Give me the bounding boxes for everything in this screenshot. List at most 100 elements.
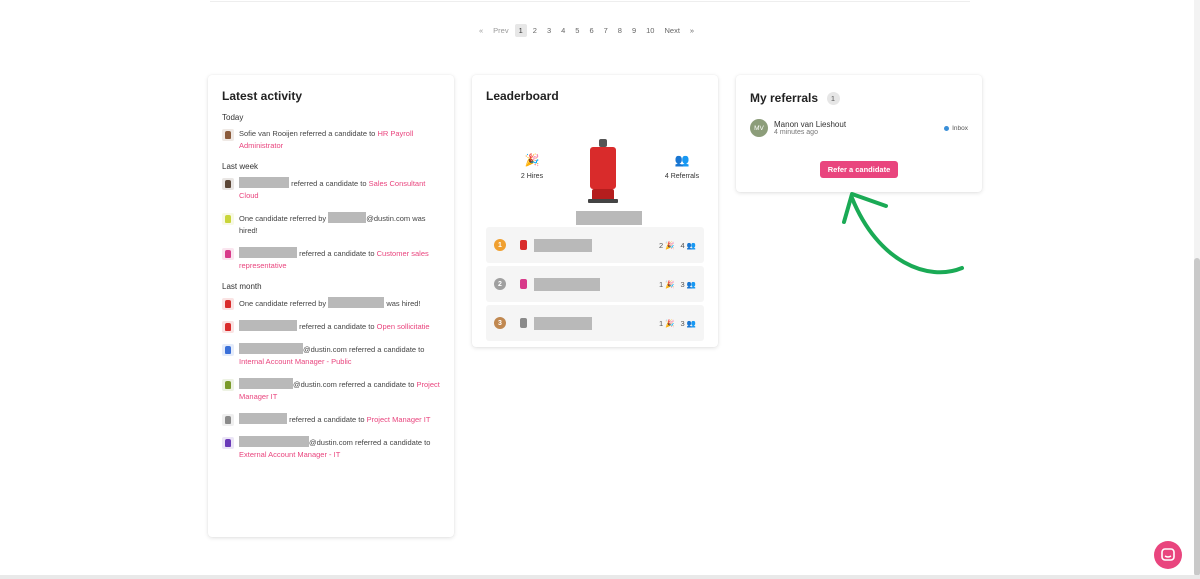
avatar	[516, 316, 530, 330]
activity-text: One candidate referred by was hired!	[239, 297, 421, 310]
party-popper-icon: 🎉	[665, 279, 675, 289]
pagination: « Prev 1 2 3 4 5 6 7 8 9 10 Next »	[474, 24, 699, 37]
pagination-page-6[interactable]: 6	[585, 24, 597, 37]
redacted-name	[328, 297, 385, 308]
activity-item: Sofie van Rooijen referred a candidate t…	[222, 128, 440, 152]
leaderboard-row: 1 2 🎉 4 👥	[486, 227, 704, 263]
pagination-page-9[interactable]: 9	[628, 24, 640, 37]
redacted-name	[534, 238, 592, 252]
party-popper-icon: 🎉	[665, 240, 675, 250]
activity-item: @dustin.com referred a candidate to Proj…	[222, 378, 440, 403]
referrals-stat: 👥 4 Referrals	[652, 153, 712, 180]
activity-group-title: Today	[222, 113, 244, 122]
rank-badge: 2	[494, 278, 506, 290]
chat-launcher-button[interactable]	[1154, 541, 1182, 569]
avatar	[222, 344, 234, 356]
avatar	[222, 437, 234, 449]
activity-suffix: was hired!	[384, 299, 421, 308]
redacted-name	[239, 320, 297, 331]
activity-item: One candidate referred by @dustin.com wa…	[222, 212, 440, 237]
latest-activity-card: Latest activity Today Sofie van Rooijen r…	[208, 75, 454, 537]
row-referrals: 3	[680, 279, 685, 289]
bottom-bar	[0, 575, 1200, 579]
scrollbar-thumb[interactable]	[1194, 258, 1200, 576]
activity-text: referred a candidate to Open sollicitati…	[239, 320, 430, 333]
pagination-prev[interactable]: Prev	[489, 24, 512, 37]
referral-item[interactable]: MV Manon van Lieshout 4 minutes ago Inbo…	[750, 119, 968, 137]
activity-prefix: One candidate referred by	[239, 214, 329, 223]
activity-group-title: Last month	[222, 282, 262, 291]
row-stats: 1 🎉 3 👥	[659, 319, 696, 328]
redacted-name	[239, 378, 293, 389]
champion-name-redacted	[576, 211, 642, 225]
activity-verb: @dustin.com referred a candidate to	[293, 380, 417, 389]
activity-actor: Sofie van Rooijen	[239, 129, 298, 138]
avatar: MV	[750, 119, 768, 137]
hires-stat: 🎉 2 Hires	[502, 153, 562, 180]
activity-item: One candidate referred by was hired!	[222, 297, 440, 310]
activity-item: referred a candidate to Project Manager …	[222, 413, 440, 426]
activity-item: referred a candidate to Open sollicitati…	[222, 320, 440, 333]
referrals-count-badge: 1	[826, 92, 840, 105]
pagination-page-3[interactable]: 3	[543, 24, 555, 37]
avatar	[222, 414, 234, 426]
avatar	[516, 238, 530, 252]
champion-avatar	[580, 139, 626, 209]
people-icon: 👥	[686, 318, 696, 328]
chat-icon	[1161, 548, 1175, 561]
latest-activity-title: Latest activity	[222, 89, 303, 103]
redacted-name	[239, 247, 297, 258]
job-link[interactable]: Internal Account Manager - Public	[239, 357, 352, 366]
activity-text: @dustin.com referred a candidate to Inte…	[239, 343, 440, 368]
pagination-page-8[interactable]: 8	[614, 24, 626, 37]
redacted-name	[239, 177, 289, 188]
party-popper-icon: 🎉	[665, 318, 675, 328]
avatar	[222, 298, 234, 310]
rank-badge: 1	[494, 239, 506, 251]
activity-item: referred a candidate to Sales Consultant…	[222, 177, 440, 202]
pagination-first[interactable]: «	[475, 24, 487, 37]
activity-verb: referred a candidate to	[297, 322, 377, 331]
activity-text: Sofie van Rooijen referred a candidate t…	[239, 128, 440, 152]
row-stats: 1 🎉 3 👥	[659, 280, 696, 289]
pagination-page-10[interactable]: 10	[642, 24, 658, 37]
pagination-last[interactable]: »	[686, 24, 698, 37]
activity-verb: referred a candidate to	[297, 249, 377, 258]
avatar	[222, 379, 234, 391]
row-referrals: 4	[680, 240, 685, 250]
status-dot-icon	[944, 125, 950, 131]
activity-list: Today Sofie van Rooijen referred a candid…	[222, 113, 440, 461]
redacted-name	[239, 413, 287, 424]
job-link[interactable]: Open sollicitatie	[377, 322, 430, 331]
people-icon: 👥	[686, 279, 696, 289]
job-link[interactable]: External Account Manager - IT	[239, 450, 340, 459]
pagination-page-2[interactable]: 2	[529, 24, 541, 37]
activity-text: referred a candidate to Project Manager …	[239, 413, 430, 426]
status-label: Inbox	[952, 124, 968, 132]
activity-text: referred a candidate to Customer sales r…	[239, 247, 440, 272]
scrollbar[interactable]	[1194, 0, 1200, 579]
leaderboard-row: 3 1 🎉 3 👥	[486, 305, 704, 341]
refer-candidate-button[interactable]: Refer a candidate	[820, 161, 898, 178]
pagination-page-4[interactable]: 4	[557, 24, 569, 37]
activity-item: @dustin.com referred a candidate to Exte…	[222, 436, 440, 461]
activity-item: @dustin.com referred a candidate to Inte…	[222, 343, 440, 368]
job-link[interactable]: Project Manager IT	[367, 415, 431, 424]
pagination-page-5[interactable]: 5	[571, 24, 583, 37]
leaderboard-card: Leaderboard 🎉 2 Hires 👥 4 Referrals 1 2 🎉 4…	[472, 75, 718, 347]
pagination-next[interactable]: Next	[660, 24, 683, 37]
avatar	[222, 129, 234, 141]
party-popper-icon: 🎉	[524, 153, 540, 167]
pagination-page-1[interactable]: 1	[514, 24, 527, 37]
my-referrals-card: My referrals 1 MV Manon van Lieshout 4 m…	[736, 75, 982, 192]
people-icon: 👥	[686, 240, 696, 250]
avatar	[222, 248, 234, 260]
redacted-name	[328, 212, 367, 223]
activity-item: referred a candidate to Customer sales r…	[222, 247, 440, 272]
row-hires: 1	[658, 279, 664, 289]
row-stats: 2 🎉 4 👥	[659, 241, 696, 250]
leaderboard-title: Leaderboard	[486, 89, 559, 103]
pagination-page-7[interactable]: 7	[600, 24, 612, 37]
people-icon: 👥	[674, 153, 690, 167]
activity-group-title: Last week	[222, 162, 259, 171]
